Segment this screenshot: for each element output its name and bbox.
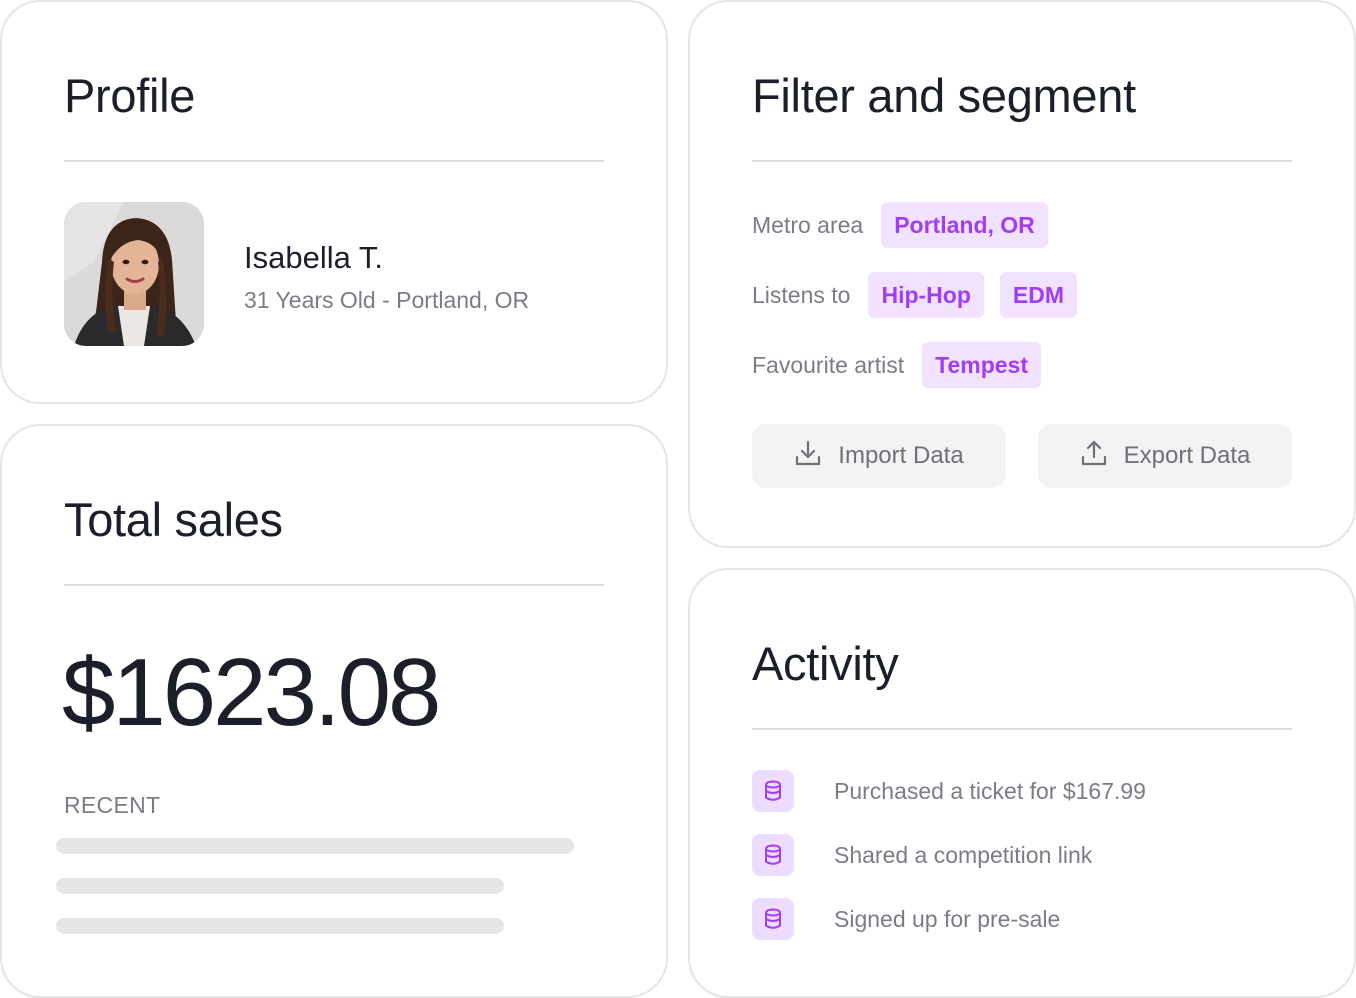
avatar-photo bbox=[64, 202, 204, 346]
chip-genre[interactable]: Hip-Hop bbox=[868, 272, 984, 318]
database-icon bbox=[752, 834, 794, 876]
sales-amount: $1623.08 bbox=[62, 639, 441, 746]
filter-row-listens: Listens to Hip-Hop EDM bbox=[752, 272, 1077, 318]
avatar[interactable] bbox=[64, 202, 204, 346]
filter-row-artist: Favourite artist Tempest bbox=[752, 342, 1041, 388]
filter-row-metro: Metro area Portland, OR bbox=[752, 202, 1048, 248]
filter-label: Favourite artist bbox=[752, 351, 905, 378]
import-data-label: Import Data bbox=[838, 442, 964, 469]
filter-label: Metro area bbox=[752, 211, 864, 238]
database-icon bbox=[752, 770, 794, 812]
profile-card: Profile Isabella T. 31 Years Old - Portl… bbox=[0, 0, 668, 404]
import-data-button[interactable]: Import Data bbox=[752, 424, 1006, 488]
activity-text: Signed up for pre-sale bbox=[834, 905, 1061, 932]
filter-label: Listens to bbox=[752, 281, 851, 308]
profile-name: Isabella T. bbox=[244, 240, 384, 275]
upload-icon bbox=[1080, 439, 1108, 474]
activity-text: Purchased a ticket for $167.99 bbox=[834, 777, 1146, 804]
activity-item: Shared a competition link bbox=[752, 834, 1092, 876]
export-data-button[interactable]: Export Data bbox=[1038, 424, 1292, 488]
chip-genre[interactable]: EDM bbox=[999, 272, 1077, 318]
export-data-label: Export Data bbox=[1123, 442, 1251, 469]
activity-item: Purchased a ticket for $167.99 bbox=[752, 770, 1146, 812]
activity-item: Signed up for pre-sale bbox=[752, 898, 1060, 940]
skeleton-line bbox=[56, 878, 504, 894]
profile-title: Profile bbox=[64, 69, 196, 122]
divider bbox=[752, 160, 1292, 162]
skeleton-line bbox=[56, 918, 504, 934]
filter-title: Filter and segment bbox=[752, 69, 1136, 122]
divider bbox=[752, 728, 1292, 730]
database-icon bbox=[752, 898, 794, 940]
activity-title: Activity bbox=[752, 637, 899, 690]
divider bbox=[64, 584, 604, 586]
chip-metro[interactable]: Portland, OR bbox=[881, 202, 1048, 248]
chip-artist[interactable]: Tempest bbox=[922, 342, 1041, 388]
divider bbox=[64, 160, 604, 162]
sales-card: Total sales $1623.08 RECENT bbox=[0, 424, 668, 998]
activity-card: Activity Purchased a ticket for $167.99 … bbox=[688, 568, 1356, 998]
sales-title: Total sales bbox=[64, 493, 283, 546]
recent-label: RECENT bbox=[64, 792, 161, 818]
activity-text: Shared a competition link bbox=[834, 841, 1093, 868]
filter-card: Filter and segment Metro area Portland, … bbox=[688, 0, 1356, 548]
profile-subtitle: 31 Years Old - Portland, OR bbox=[244, 287, 530, 313]
skeleton-line bbox=[56, 838, 574, 854]
download-icon bbox=[794, 439, 822, 474]
